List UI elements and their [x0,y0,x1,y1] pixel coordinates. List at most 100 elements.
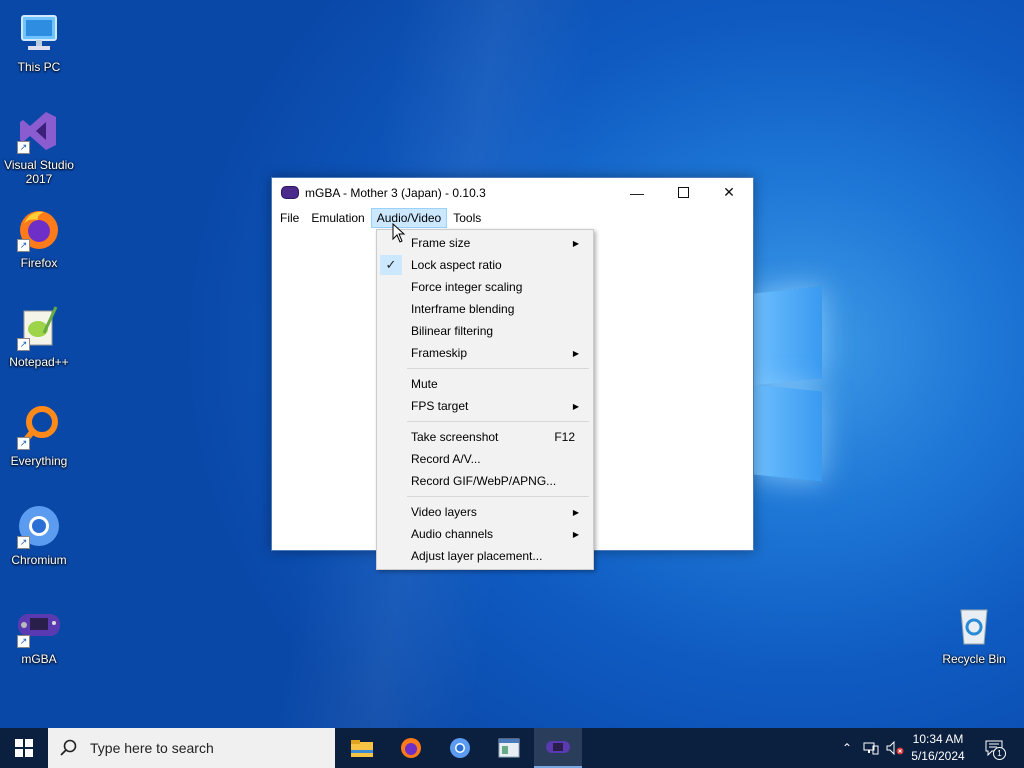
menu-separator [407,421,589,422]
menu-separator [407,368,589,369]
desktop-icon-chromium[interactable]: ↗ Chromium [1,503,77,567]
close-icon: ✕ [723,184,735,200]
taskbar-chromium[interactable] [436,728,484,768]
menu-item-video-layers[interactable]: Video layers ▶ [377,501,593,523]
shortcut-label: F12 [554,430,575,444]
taskbar-clock[interactable]: 10:34 AM 5/16/2024 [898,731,978,765]
menu-item-label: FPS target [411,399,469,413]
search-icon [60,739,77,756]
menu-item-interframe-blending[interactable]: Interframe blending [377,298,593,320]
menu-item-label: Mute [411,377,438,391]
window-titlebar[interactable]: mGBA - Mother 3 (Japan) - 0.10.3 — ✕ [272,178,753,207]
desktop-icon-label: Chromium [11,553,67,567]
taskbar-mgba[interactable] [534,728,582,768]
menu-separator [407,496,589,497]
menu-item-label: Record GIF/WebP/APNG... [411,474,557,488]
desktop-icon-label: Everything [10,454,68,468]
chromium-icon [450,738,470,758]
mgba-icon: ↗ [16,602,62,648]
menu-audio-video[interactable]: Audio/Video [370,208,448,228]
mgba-icon [546,741,570,753]
menu-item-label: Frameskip [411,346,468,360]
menu-item-mute[interactable]: Mute [377,373,593,395]
menu-item-label: Audio channels [411,527,494,541]
minimize-icon: — [630,184,644,201]
notification-count-badge: 1 [993,747,1006,760]
clock-date: 5/16/2024 [911,749,965,763]
desktop-icon-notepadpp[interactable]: ↗ Notepad++ [1,305,77,369]
windows-wallpaper-logo [752,286,824,482]
menu-item-label: Interframe blending [411,302,515,316]
taskbar-file-explorer[interactable] [338,728,386,768]
menu-emulation[interactable]: Emulation [305,208,370,228]
desktop-icon-this-pc[interactable]: This PC [1,10,77,74]
mgba-app-icon [281,186,299,199]
mouse-cursor-icon [392,222,406,243]
menu-file[interactable]: File [274,208,305,228]
desktop-icon-mgba[interactable]: ↗ mGBA [1,602,77,666]
taskbar-firefox[interactable] [387,728,435,768]
shortcut-arrow-icon: ↗ [17,437,30,450]
window-title: mGBA - Mother 3 (Japan) - 0.10.3 [305,185,486,200]
folder-icon [351,740,373,757]
desktop-icon-label: Notepad++ [9,355,69,369]
desktop-icon-firefox[interactable]: ↗ Firefox [1,206,77,270]
clock-time: 10:34 AM [912,732,964,746]
window-app-icon [498,738,520,758]
firefox-icon [401,738,421,758]
menu-item-label: Record A/V... [411,452,481,466]
menu-item-frameskip[interactable]: Frameskip ▶ [377,342,593,364]
firefox-icon: ↗ [16,206,62,252]
shortcut-arrow-icon: ↗ [17,536,30,549]
menu-item-label: Frame size [411,236,471,250]
start-button[interactable] [0,728,48,768]
taskbar-search-box[interactable]: Type here to search [48,728,335,768]
desktop-icon-visual-studio[interactable]: ↗ Visual Studio 2017 [1,108,77,186]
maximize-icon [677,187,689,198]
notepadpp-icon: ↗ [16,305,62,351]
menu-item-adjust-layer-placement[interactable]: Adjust layer placement... [377,545,593,567]
chromium-icon: ↗ [16,503,62,549]
menu-item-label: Bilinear filtering [411,324,494,338]
menu-tools[interactable]: Tools [447,208,487,228]
shortcut-arrow-icon: ↗ [17,239,30,252]
menu-item-bilinear-filtering[interactable]: Bilinear filtering [377,320,593,342]
minimize-button[interactable]: — [614,178,660,207]
menu-item-record-gif[interactable]: Record GIF/WebP/APNG... [377,470,593,492]
this-pc-icon [16,10,62,56]
chevron-up-icon: ⌃ [841,741,853,755]
desktop-icon-everything[interactable]: ↗ Everything [1,404,77,468]
everything-icon: ↗ [16,404,62,450]
menu-item-record-av[interactable]: Record A/V... [377,448,593,470]
menu-item-force-integer-scaling[interactable]: Force integer scaling [377,276,593,298]
menu-item-label: Force integer scaling [411,280,523,294]
desktop-icon-label: This PC [17,60,61,74]
maximize-button[interactable] [660,178,706,207]
menu-item-frame-size[interactable]: Frame size ▶ [377,232,593,254]
menu-item-label: Take screenshot [411,430,499,444]
windows-start-icon [15,739,33,757]
menu-item-fps-target[interactable]: FPS target ▶ [377,395,593,417]
desktop-icon-label: mGBA [21,652,57,666]
taskbar: Type here to search ⌃ 10:34 AM 5/16/2024… [0,728,1024,768]
network-tray-button[interactable] [860,728,882,768]
menu-item-audio-channels[interactable]: Audio channels ▶ [377,523,593,545]
desktop-icon-label: Visual Studio 2017 [4,158,74,186]
menu-bar: File Emulation Audio/Video Tools [272,207,753,229]
shortcut-arrow-icon: ↗ [17,635,30,648]
visual-studio-icon: ↗ [16,108,62,154]
close-button[interactable]: ✕ [706,178,752,207]
recycle-bin-icon [951,602,997,648]
taskbar-window-app[interactable] [485,728,533,768]
menu-item-take-screenshot[interactable]: Take screenshot F12 [377,426,593,448]
network-icon [863,742,879,755]
checkmark-icon: ✓ [380,255,402,275]
submenu-arrow-icon: ▶ [572,401,579,411]
show-hidden-icons-button[interactable]: ⌃ [838,728,856,768]
menu-item-label: Lock aspect ratio [411,258,502,272]
notification-center-button[interactable]: 1 [980,728,1008,768]
submenu-arrow-icon: ▶ [572,348,579,358]
desktop-icon-recycle-bin[interactable]: Recycle Bin [936,602,1012,666]
submenu-arrow-icon: ▶ [572,238,579,248]
menu-item-lock-aspect-ratio[interactable]: ✓ Lock aspect ratio [377,254,593,276]
